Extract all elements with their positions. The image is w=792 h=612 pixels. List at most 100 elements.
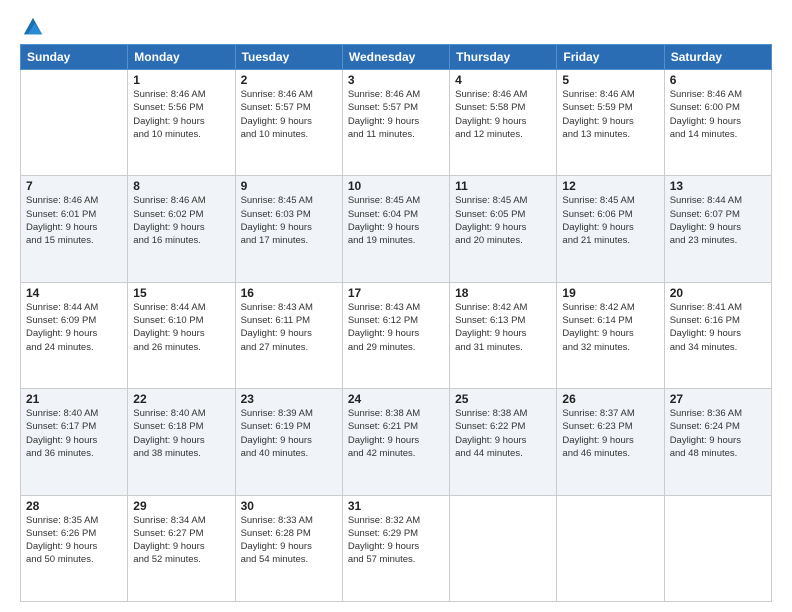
day-info: Sunrise: 8:40 AM Sunset: 6:18 PM Dayligh… xyxy=(133,407,229,460)
day-number: 27 xyxy=(670,392,766,406)
day-info: Sunrise: 8:46 AM Sunset: 5:56 PM Dayligh… xyxy=(133,88,229,141)
day-number: 16 xyxy=(241,286,337,300)
day-cell: 10Sunrise: 8:45 AM Sunset: 6:04 PM Dayli… xyxy=(342,176,449,282)
day-info: Sunrise: 8:46 AM Sunset: 6:02 PM Dayligh… xyxy=(133,194,229,247)
day-cell: 2Sunrise: 8:46 AM Sunset: 5:57 PM Daylig… xyxy=(235,70,342,176)
week-row-2: 7Sunrise: 8:46 AM Sunset: 6:01 PM Daylig… xyxy=(21,176,772,282)
day-cell: 5Sunrise: 8:46 AM Sunset: 5:59 PM Daylig… xyxy=(557,70,664,176)
day-number: 13 xyxy=(670,179,766,193)
week-row-5: 28Sunrise: 8:35 AM Sunset: 6:26 PM Dayli… xyxy=(21,495,772,601)
day-number: 26 xyxy=(562,392,658,406)
day-number: 9 xyxy=(241,179,337,193)
day-info: Sunrise: 8:46 AM Sunset: 5:58 PM Dayligh… xyxy=(455,88,551,141)
day-number: 25 xyxy=(455,392,551,406)
day-cell: 7Sunrise: 8:46 AM Sunset: 6:01 PM Daylig… xyxy=(21,176,128,282)
day-number: 22 xyxy=(133,392,229,406)
day-cell: 14Sunrise: 8:44 AM Sunset: 6:09 PM Dayli… xyxy=(21,282,128,388)
day-number: 29 xyxy=(133,499,229,513)
weekday-header-tuesday: Tuesday xyxy=(235,45,342,70)
day-number: 1 xyxy=(133,73,229,87)
day-cell: 20Sunrise: 8:41 AM Sunset: 6:16 PM Dayli… xyxy=(664,282,771,388)
page: SundayMondayTuesdayWednesdayThursdayFrid… xyxy=(0,0,792,612)
day-info: Sunrise: 8:43 AM Sunset: 6:11 PM Dayligh… xyxy=(241,301,337,354)
day-info: Sunrise: 8:45 AM Sunset: 6:03 PM Dayligh… xyxy=(241,194,337,247)
day-info: Sunrise: 8:45 AM Sunset: 6:06 PM Dayligh… xyxy=(562,194,658,247)
day-info: Sunrise: 8:42 AM Sunset: 6:14 PM Dayligh… xyxy=(562,301,658,354)
day-cell: 1Sunrise: 8:46 AM Sunset: 5:56 PM Daylig… xyxy=(128,70,235,176)
day-cell: 26Sunrise: 8:37 AM Sunset: 6:23 PM Dayli… xyxy=(557,389,664,495)
day-number: 2 xyxy=(241,73,337,87)
weekday-header-row: SundayMondayTuesdayWednesdayThursdayFrid… xyxy=(21,45,772,70)
day-info: Sunrise: 8:44 AM Sunset: 6:10 PM Dayligh… xyxy=(133,301,229,354)
day-cell: 23Sunrise: 8:39 AM Sunset: 6:19 PM Dayli… xyxy=(235,389,342,495)
day-number: 4 xyxy=(455,73,551,87)
day-cell: 12Sunrise: 8:45 AM Sunset: 6:06 PM Dayli… xyxy=(557,176,664,282)
calendar-table: SundayMondayTuesdayWednesdayThursdayFrid… xyxy=(20,44,772,602)
week-row-3: 14Sunrise: 8:44 AM Sunset: 6:09 PM Dayli… xyxy=(21,282,772,388)
day-number: 12 xyxy=(562,179,658,193)
day-number: 20 xyxy=(670,286,766,300)
day-number: 30 xyxy=(241,499,337,513)
day-info: Sunrise: 8:39 AM Sunset: 6:19 PM Dayligh… xyxy=(241,407,337,460)
day-info: Sunrise: 8:38 AM Sunset: 6:21 PM Dayligh… xyxy=(348,407,444,460)
weekday-header-saturday: Saturday xyxy=(664,45,771,70)
weekday-header-thursday: Thursday xyxy=(450,45,557,70)
day-cell: 8Sunrise: 8:46 AM Sunset: 6:02 PM Daylig… xyxy=(128,176,235,282)
day-info: Sunrise: 8:37 AM Sunset: 6:23 PM Dayligh… xyxy=(562,407,658,460)
day-info: Sunrise: 8:46 AM Sunset: 6:00 PM Dayligh… xyxy=(670,88,766,141)
day-cell: 3Sunrise: 8:46 AM Sunset: 5:57 PM Daylig… xyxy=(342,70,449,176)
logo xyxy=(20,16,44,34)
day-info: Sunrise: 8:46 AM Sunset: 5:57 PM Dayligh… xyxy=(348,88,444,141)
day-cell: 6Sunrise: 8:46 AM Sunset: 6:00 PM Daylig… xyxy=(664,70,771,176)
day-number: 5 xyxy=(562,73,658,87)
day-cell: 25Sunrise: 8:38 AM Sunset: 6:22 PM Dayli… xyxy=(450,389,557,495)
day-cell: 22Sunrise: 8:40 AM Sunset: 6:18 PM Dayli… xyxy=(128,389,235,495)
day-cell: 28Sunrise: 8:35 AM Sunset: 6:26 PM Dayli… xyxy=(21,495,128,601)
day-info: Sunrise: 8:35 AM Sunset: 6:26 PM Dayligh… xyxy=(26,514,122,567)
day-info: Sunrise: 8:46 AM Sunset: 6:01 PM Dayligh… xyxy=(26,194,122,247)
day-cell: 24Sunrise: 8:38 AM Sunset: 6:21 PM Dayli… xyxy=(342,389,449,495)
day-cell: 9Sunrise: 8:45 AM Sunset: 6:03 PM Daylig… xyxy=(235,176,342,282)
day-cell: 11Sunrise: 8:45 AM Sunset: 6:05 PM Dayli… xyxy=(450,176,557,282)
day-info: Sunrise: 8:41 AM Sunset: 6:16 PM Dayligh… xyxy=(670,301,766,354)
day-info: Sunrise: 8:42 AM Sunset: 6:13 PM Dayligh… xyxy=(455,301,551,354)
day-number: 24 xyxy=(348,392,444,406)
day-number: 19 xyxy=(562,286,658,300)
day-cell xyxy=(557,495,664,601)
day-cell: 31Sunrise: 8:32 AM Sunset: 6:29 PM Dayli… xyxy=(342,495,449,601)
day-cell xyxy=(21,70,128,176)
day-info: Sunrise: 8:45 AM Sunset: 6:05 PM Dayligh… xyxy=(455,194,551,247)
day-number: 8 xyxy=(133,179,229,193)
weekday-header-monday: Monday xyxy=(128,45,235,70)
day-info: Sunrise: 8:46 AM Sunset: 5:57 PM Dayligh… xyxy=(241,88,337,141)
logo-icon xyxy=(22,16,44,38)
day-info: Sunrise: 8:46 AM Sunset: 5:59 PM Dayligh… xyxy=(562,88,658,141)
week-row-1: 1Sunrise: 8:46 AM Sunset: 5:56 PM Daylig… xyxy=(21,70,772,176)
day-number: 15 xyxy=(133,286,229,300)
day-info: Sunrise: 8:38 AM Sunset: 6:22 PM Dayligh… xyxy=(455,407,551,460)
day-number: 23 xyxy=(241,392,337,406)
day-number: 21 xyxy=(26,392,122,406)
day-cell: 4Sunrise: 8:46 AM Sunset: 5:58 PM Daylig… xyxy=(450,70,557,176)
day-cell xyxy=(664,495,771,601)
day-number: 7 xyxy=(26,179,122,193)
day-info: Sunrise: 8:33 AM Sunset: 6:28 PM Dayligh… xyxy=(241,514,337,567)
day-cell: 18Sunrise: 8:42 AM Sunset: 6:13 PM Dayli… xyxy=(450,282,557,388)
day-number: 17 xyxy=(348,286,444,300)
day-info: Sunrise: 8:34 AM Sunset: 6:27 PM Dayligh… xyxy=(133,514,229,567)
day-cell: 19Sunrise: 8:42 AM Sunset: 6:14 PM Dayli… xyxy=(557,282,664,388)
day-info: Sunrise: 8:36 AM Sunset: 6:24 PM Dayligh… xyxy=(670,407,766,460)
weekday-header-friday: Friday xyxy=(557,45,664,70)
day-cell: 21Sunrise: 8:40 AM Sunset: 6:17 PM Dayli… xyxy=(21,389,128,495)
day-number: 28 xyxy=(26,499,122,513)
week-row-4: 21Sunrise: 8:40 AM Sunset: 6:17 PM Dayli… xyxy=(21,389,772,495)
day-cell: 16Sunrise: 8:43 AM Sunset: 6:11 PM Dayli… xyxy=(235,282,342,388)
day-cell: 17Sunrise: 8:43 AM Sunset: 6:12 PM Dayli… xyxy=(342,282,449,388)
day-cell: 13Sunrise: 8:44 AM Sunset: 6:07 PM Dayli… xyxy=(664,176,771,282)
day-cell: 30Sunrise: 8:33 AM Sunset: 6:28 PM Dayli… xyxy=(235,495,342,601)
day-info: Sunrise: 8:40 AM Sunset: 6:17 PM Dayligh… xyxy=(26,407,122,460)
day-number: 11 xyxy=(455,179,551,193)
day-number: 6 xyxy=(670,73,766,87)
day-cell: 15Sunrise: 8:44 AM Sunset: 6:10 PM Dayli… xyxy=(128,282,235,388)
day-number: 31 xyxy=(348,499,444,513)
